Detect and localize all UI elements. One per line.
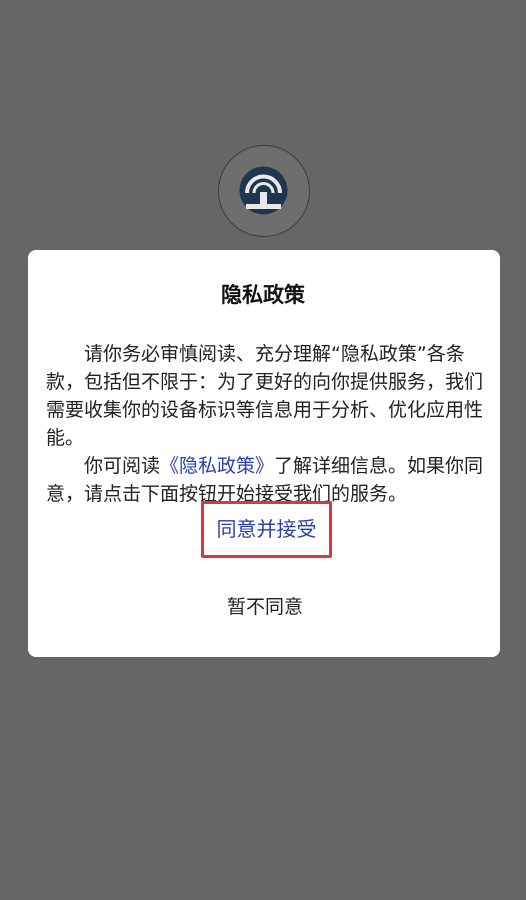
dialog-body: 请你务必审慎阅读、充分理解“隐私政策”各条款，包括但不限于：为了更好的向你提供服… <box>46 340 486 508</box>
decline-button[interactable]: 暂不同意 <box>200 590 330 624</box>
railway-logo-icon <box>239 166 288 215</box>
agree-button[interactable]: 同意并接受 <box>201 501 332 558</box>
app-logo <box>218 145 310 237</box>
screen: 隐私政策 请你务必审慎阅读、充分理解“隐私政策”各条款，包括但不限于：为了更好的… <box>0 0 526 900</box>
policy-paragraph-1: 请你务必审慎阅读、充分理解“隐私政策”各条款，包括但不限于：为了更好的向你提供服… <box>46 343 484 449</box>
privacy-policy-link[interactable]: 《隐私政策》 <box>160 455 274 477</box>
dialog-title: 隐私政策 <box>221 283 305 307</box>
paragraph-2-prefix: 你可阅读 <box>84 455 161 477</box>
policy-paragraph-2: 你可阅读《隐私政策》了解详细信息。如果你同意，请点击下面按钮开始接受我们的服务。 <box>46 452 486 508</box>
